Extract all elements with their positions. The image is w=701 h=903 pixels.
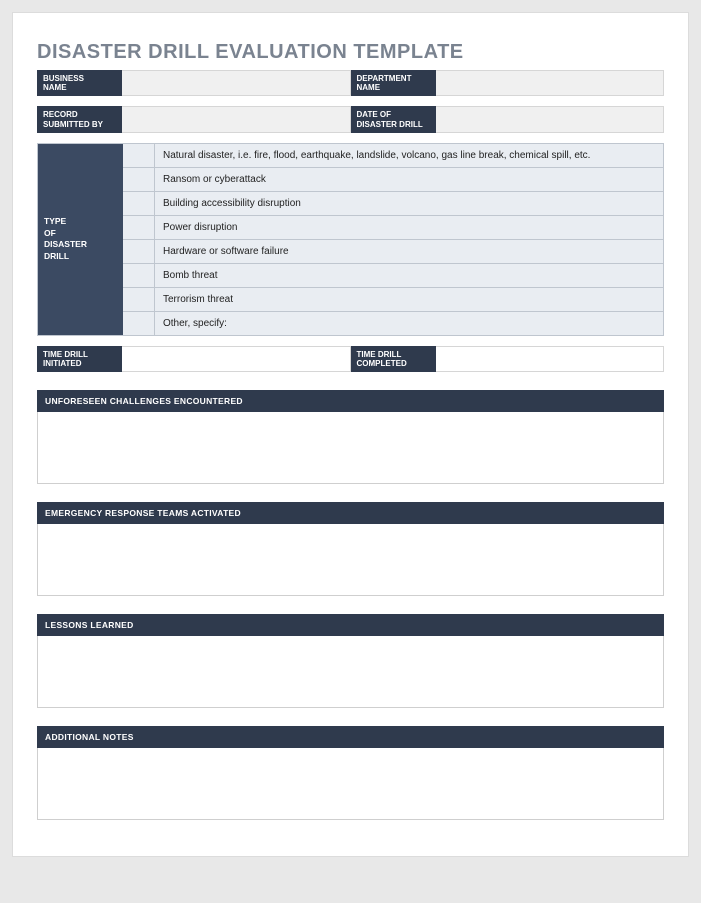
section-unforeseen: UNFORESEEN CHALLENGES ENCOUNTERED	[37, 390, 664, 484]
type-checkbox[interactable]	[123, 192, 155, 215]
type-text: Terrorism threat	[155, 288, 663, 311]
header-response: EMERGENCY RESPONSE TEAMS ACTIVATED	[37, 502, 664, 524]
type-item: Terrorism threat	[123, 288, 663, 312]
type-checkbox[interactable]	[123, 168, 155, 191]
type-item: Other, specify:	[123, 312, 663, 335]
type-item: Natural disaster, i.e. fire, flood, eart…	[123, 144, 663, 168]
body-response[interactable]	[37, 524, 664, 596]
label-department-name: DEPARTMENT NAME	[351, 70, 436, 96]
header-notes: ADDITIONAL NOTES	[37, 726, 664, 748]
type-checkbox[interactable]	[123, 312, 155, 335]
label-record-submitted-by: RECORD SUBMITTED BY	[37, 106, 122, 132]
header-unforeseen: UNFORESEEN CHALLENGES ENCOUNTERED	[37, 390, 664, 412]
type-text: Bomb threat	[155, 264, 663, 287]
type-text: Power disruption	[155, 216, 663, 239]
body-lessons[interactable]	[37, 636, 664, 708]
header-lessons: LESSONS LEARNED	[37, 614, 664, 636]
label-time-completed: TIME DRILL COMPLETED	[351, 346, 436, 372]
type-text: Natural disaster, i.e. fire, flood, eart…	[155, 144, 663, 167]
label-time-initiated: TIME DRILL INITIATED	[37, 346, 122, 372]
document-page: DISASTER DRILL EVALUATION TEMPLATE BUSIN…	[12, 12, 689, 857]
section-lessons: LESSONS LEARNED	[37, 614, 664, 708]
type-text: Ransom or cyberattack	[155, 168, 663, 191]
label-type-of-drill: TYPE OF DISASTER DRILL	[38, 144, 123, 335]
type-item: Hardware or software failure	[123, 240, 663, 264]
type-item: Power disruption	[123, 216, 663, 240]
type-checkbox[interactable]	[123, 144, 155, 167]
type-item: Bomb threat	[123, 264, 663, 288]
row-business-department: BUSINESS NAME DEPARTMENT NAME	[37, 70, 664, 96]
type-checkbox[interactable]	[123, 216, 155, 239]
body-notes[interactable]	[37, 748, 664, 820]
type-text: Building accessibility disruption	[155, 192, 663, 215]
body-unforeseen[interactable]	[37, 412, 664, 484]
row-time: TIME DRILL INITIATED TIME DRILL COMPLETE…	[37, 346, 664, 372]
type-checkbox[interactable]	[123, 288, 155, 311]
field-record-submitted-by[interactable]	[122, 106, 351, 132]
type-checkbox[interactable]	[123, 240, 155, 263]
field-department-name[interactable]	[436, 70, 665, 96]
type-of-drill-list: Natural disaster, i.e. fire, flood, eart…	[123, 144, 663, 335]
section-notes: ADDITIONAL NOTES	[37, 726, 664, 820]
type-item: Building accessibility disruption	[123, 192, 663, 216]
type-text: Other, specify:	[155, 312, 663, 335]
type-text: Hardware or software failure	[155, 240, 663, 263]
section-response: EMERGENCY RESPONSE TEAMS ACTIVATED	[37, 502, 664, 596]
type-item: Ransom or cyberattack	[123, 168, 663, 192]
type-of-drill-block: TYPE OF DISASTER DRILL Natural disaster,…	[37, 143, 664, 336]
field-business-name[interactable]	[122, 70, 351, 96]
label-business-name: BUSINESS NAME	[37, 70, 122, 96]
field-date-of-drill[interactable]	[436, 106, 665, 132]
page-title: DISASTER DRILL EVALUATION TEMPLATE	[37, 41, 664, 64]
field-time-completed[interactable]	[436, 346, 665, 372]
row-record-date: RECORD SUBMITTED BY DATE OF DISASTER DRI…	[37, 106, 664, 132]
type-checkbox[interactable]	[123, 264, 155, 287]
label-date-of-drill: DATE OF DISASTER DRILL	[351, 106, 436, 132]
field-time-initiated[interactable]	[122, 346, 351, 372]
